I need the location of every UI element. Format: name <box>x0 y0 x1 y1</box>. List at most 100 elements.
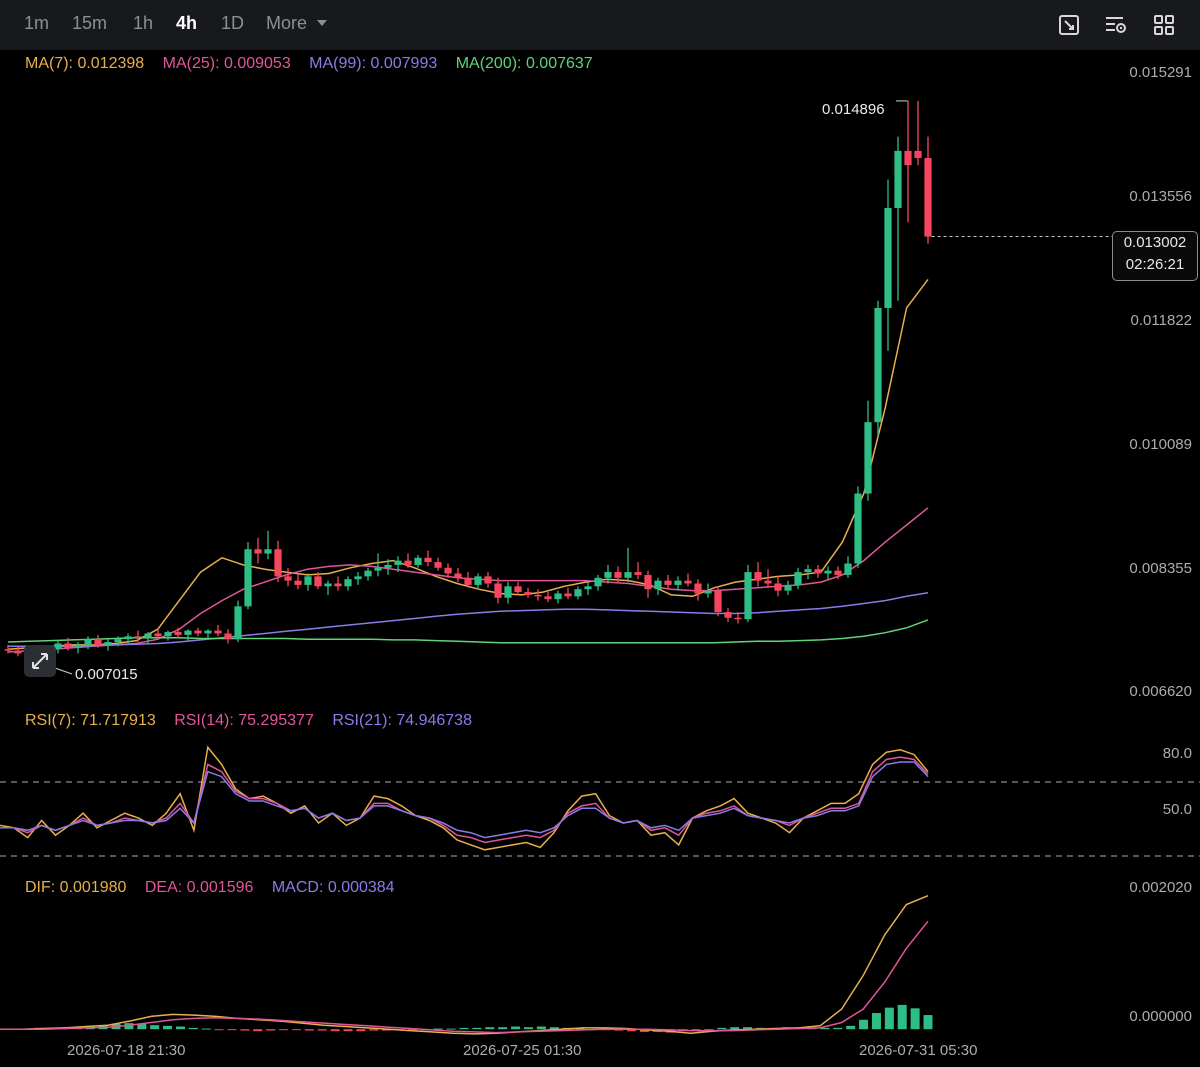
candle-body <box>714 590 722 613</box>
candle-body <box>704 590 712 594</box>
candle-body <box>514 586 522 593</box>
price-axis-tick: 0.015291 <box>1129 64 1192 81</box>
candle-body <box>824 570 832 574</box>
candle-body <box>434 562 442 568</box>
candle-body <box>544 596 552 600</box>
macd-histogram-bar <box>511 1026 521 1030</box>
macd-histogram-bar <box>459 1027 469 1030</box>
candle-body <box>4 649 12 651</box>
candle-body <box>644 574 652 590</box>
ma-line <box>7 619 929 644</box>
candle-body <box>184 630 192 635</box>
macd-axis-tick: 0.002020 <box>1129 879 1192 896</box>
time-axis-tick: 2026-07-31 05:30 <box>859 1042 978 1059</box>
macd-histogram-bar <box>833 1027 843 1030</box>
rsi-line <box>0 761 929 839</box>
macd-histogram-bar <box>163 1025 173 1030</box>
candle-body <box>164 632 172 637</box>
macd-histogram-bar <box>910 1008 920 1030</box>
candle-body <box>74 644 82 648</box>
candle-body <box>554 593 562 600</box>
macd-histogram-bar <box>343 1029 353 1032</box>
candle-body <box>144 633 152 638</box>
macd-histogram-bar <box>859 1019 869 1030</box>
candle-body <box>924 158 932 237</box>
candle-body <box>904 150 912 166</box>
macd-histogram-bar <box>227 1029 237 1031</box>
price-axis-tick: 0.011822 <box>1130 312 1192 329</box>
candle-body <box>64 643 72 648</box>
macd-histogram-bar <box>253 1029 263 1032</box>
candle-body <box>94 639 102 645</box>
candle-body <box>324 583 332 587</box>
macd-histogram-bar <box>279 1029 289 1031</box>
rsi-axis-tick: 80.0 <box>1162 745 1192 762</box>
candle-body <box>464 577 472 585</box>
candle-body <box>134 636 142 638</box>
macd-value-legend: MACD: 0.000384 <box>271 879 395 896</box>
candle-body <box>814 569 822 574</box>
rsi14-legend: RSI(14): 75.295377 <box>174 712 314 729</box>
candle-body <box>734 617 742 620</box>
candle-body <box>84 639 92 645</box>
macd-histogram-bar <box>356 1029 366 1032</box>
candle-body <box>774 583 782 591</box>
macd-histogram-bar <box>291 1029 301 1031</box>
rsi21-legend: RSI(21): 74.946738 <box>332 712 472 729</box>
candle-body <box>594 577 602 587</box>
rsi-line <box>0 756 929 844</box>
candle-body <box>574 589 582 597</box>
candle-body <box>744 572 752 620</box>
rsi-legend: RSI(7): 71.717913 RSI(14): 75.295377 RSI… <box>25 712 486 730</box>
candle-body <box>354 576 362 580</box>
candle-body <box>104 642 112 645</box>
price-chart[interactable] <box>0 0 1200 1067</box>
macd-dea-line <box>0 920 929 1034</box>
candle-body <box>684 580 692 584</box>
time-axis-tick: 2026-07-25 01:30 <box>463 1042 582 1059</box>
rsi-line <box>0 745 929 851</box>
price-axis-tick: 0.010089 <box>1129 436 1192 453</box>
candle-body <box>874 307 882 423</box>
candle-body <box>754 572 762 581</box>
ma99-legend: MA(99): 0.007993 <box>309 55 438 72</box>
candle-body <box>414 557 422 565</box>
candle-countdown: 02:26:21 <box>1125 256 1185 273</box>
candle-body <box>14 650 22 654</box>
candle-body <box>154 633 162 637</box>
candle-body <box>294 580 302 585</box>
macd-histogram-bar <box>214 1029 224 1031</box>
candle-body <box>254 549 262 554</box>
macd-histogram-bar <box>536 1026 546 1030</box>
chart-annotations <box>37 100 1112 675</box>
candle-body <box>584 586 592 590</box>
candle-body <box>374 567 382 571</box>
current-price-value: 0.013002 <box>1123 234 1187 251</box>
candle-body <box>404 560 412 565</box>
candle-body <box>864 422 872 494</box>
macd-histogram-bar <box>717 1027 727 1030</box>
macd-histogram-bar <box>188 1027 198 1030</box>
macd-histogram-bar <box>523 1027 533 1030</box>
candle-body <box>394 560 402 565</box>
candle-body <box>234 606 242 640</box>
macd-histogram-bar <box>317 1029 327 1031</box>
expand-chart-button[interactable] <box>24 645 56 677</box>
rsi-panel <box>0 745 929 851</box>
macd-histogram-bar <box>897 1004 907 1030</box>
candle-body <box>884 207 892 308</box>
candle-body <box>504 586 512 598</box>
candle-body <box>454 573 462 578</box>
current-price-tag: 0.013002 02:26:21 <box>1112 231 1198 281</box>
candle-body <box>224 633 232 640</box>
ma7-legend: MA(7): 0.012398 <box>25 55 145 72</box>
candle-body <box>334 583 342 587</box>
candle-body <box>624 572 632 578</box>
candle-body <box>914 150 922 159</box>
macd-histogram-bar <box>923 1015 933 1030</box>
candle-body <box>764 580 772 584</box>
candle-body <box>444 567 452 574</box>
macd-histogram-bar <box>472 1027 482 1030</box>
candle-body <box>564 593 572 597</box>
candle-body <box>834 570 842 575</box>
